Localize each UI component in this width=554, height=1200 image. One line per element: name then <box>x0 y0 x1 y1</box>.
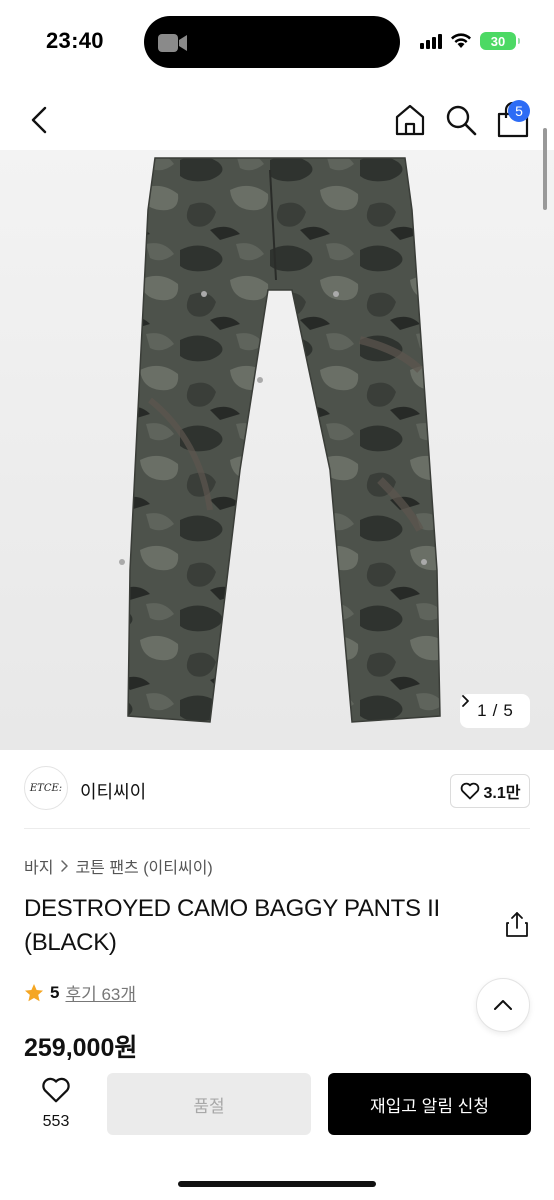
brand-like-count: 3.1만 <box>483 785 521 802</box>
breadcrumb: 바지 코튼 팬츠 (이티씨이) <box>24 854 213 878</box>
pager-total: 5 <box>503 701 513 720</box>
scroll-top-button[interactable] <box>476 978 530 1032</box>
product-image-gallery[interactable]: 1 / 5 <box>0 150 554 750</box>
restock-notify-button[interactable]: 재입고 알림 신청 <box>328 1073 531 1135</box>
cart-count-badge: 5 <box>508 100 530 122</box>
breadcrumb-subcategory[interactable]: 코튼 팬츠 (이티씨이) <box>75 854 212 878</box>
top-navigation <box>0 94 554 150</box>
image-pager[interactable]: 1 / 5 <box>460 694 530 728</box>
soldout-button[interactable]: 품절 <box>107 1073 311 1135</box>
wifi-icon <box>451 33 471 48</box>
chevron-left-icon[interactable] <box>24 102 56 138</box>
brand-like-button[interactable]: 3.1만 <box>450 774 530 808</box>
rating-score: 5 <box>50 982 60 1002</box>
status-bar: 23:40 30 <box>0 0 554 84</box>
star-icon <box>25 983 43 1001</box>
wishlist-button[interactable]: 553 <box>30 1076 82 1131</box>
home-indicator <box>178 1181 376 1187</box>
product-image <box>119 157 441 723</box>
product-title: DESTROYED CAMO BAGGY PANTS II (BLACK) <box>24 895 440 956</box>
video-camera-icon <box>158 34 187 52</box>
status-time: 23:40 <box>46 28 104 53</box>
battery-level: 30 <box>490 33 506 49</box>
review-count-link[interactable]: 후기 63개 <box>65 980 136 1005</box>
pager-current: 1 <box>477 701 487 720</box>
breadcrumb-category[interactable]: 바지 <box>24 854 53 878</box>
divider <box>24 828 530 829</box>
chevron-right-icon <box>462 695 469 707</box>
scroll-indicator <box>543 128 547 210</box>
brand-logo[interactable]: ETCE: <box>24 766 68 810</box>
battery-icon: 30 <box>480 32 520 50</box>
brand-name[interactable]: 이티씨이 <box>80 778 146 804</box>
chevron-right-icon <box>61 860 69 872</box>
share-icon[interactable] <box>504 910 530 938</box>
signal-icon <box>420 33 442 49</box>
product-price: 259,000원 <box>24 1034 138 1062</box>
home-icon[interactable] <box>392 102 428 138</box>
pager-separator: / <box>492 701 498 720</box>
bottom-action-bar: 553 품절 재입고 알림 신청 <box>0 1062 554 1200</box>
search-icon[interactable] <box>444 102 478 138</box>
brand-row[interactable]: ETCE: 이티씨이 3.1만 <box>24 766 530 814</box>
wishlist-count: 553 <box>42 1113 70 1130</box>
heart-icon <box>42 1077 70 1103</box>
heart-icon <box>460 782 479 800</box>
rating-row: 5 후기 63개 <box>24 980 136 1005</box>
chevron-up-icon <box>494 1000 512 1010</box>
status-indicators: 30 <box>420 30 520 52</box>
